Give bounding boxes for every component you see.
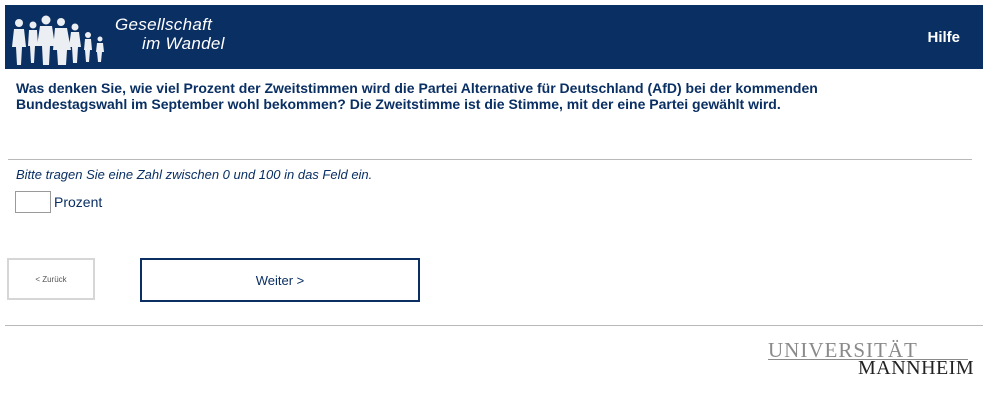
- help-link[interactable]: Hilfe: [927, 29, 960, 46]
- brand-title-line1: Gesellschaft: [115, 15, 213, 34]
- next-button[interactable]: Weiter >: [140, 258, 420, 302]
- university-logo: UNIVERSITÄT MANNHEIM: [766, 338, 975, 380]
- people-silhouettes-icon: [12, 15, 104, 65]
- header-bar: Gesellschaft im Wandel Hilfe: [5, 5, 983, 69]
- back-button[interactable]: < Zurück: [7, 258, 95, 300]
- divider: [8, 159, 972, 160]
- brand-title-line2: im Wandel: [142, 34, 225, 53]
- input-hint: Bitte tragen Sie eine Zahl zwischen 0 un…: [16, 167, 373, 182]
- university-name-line2: MANNHEIM: [858, 357, 975, 379]
- footer-divider: [5, 325, 983, 326]
- percent-unit-label: Prozent: [54, 194, 103, 210]
- percent-input[interactable]: [15, 191, 51, 213]
- question-text: Was denken Sie, wie viel Prozent der Zwe…: [16, 80, 818, 112]
